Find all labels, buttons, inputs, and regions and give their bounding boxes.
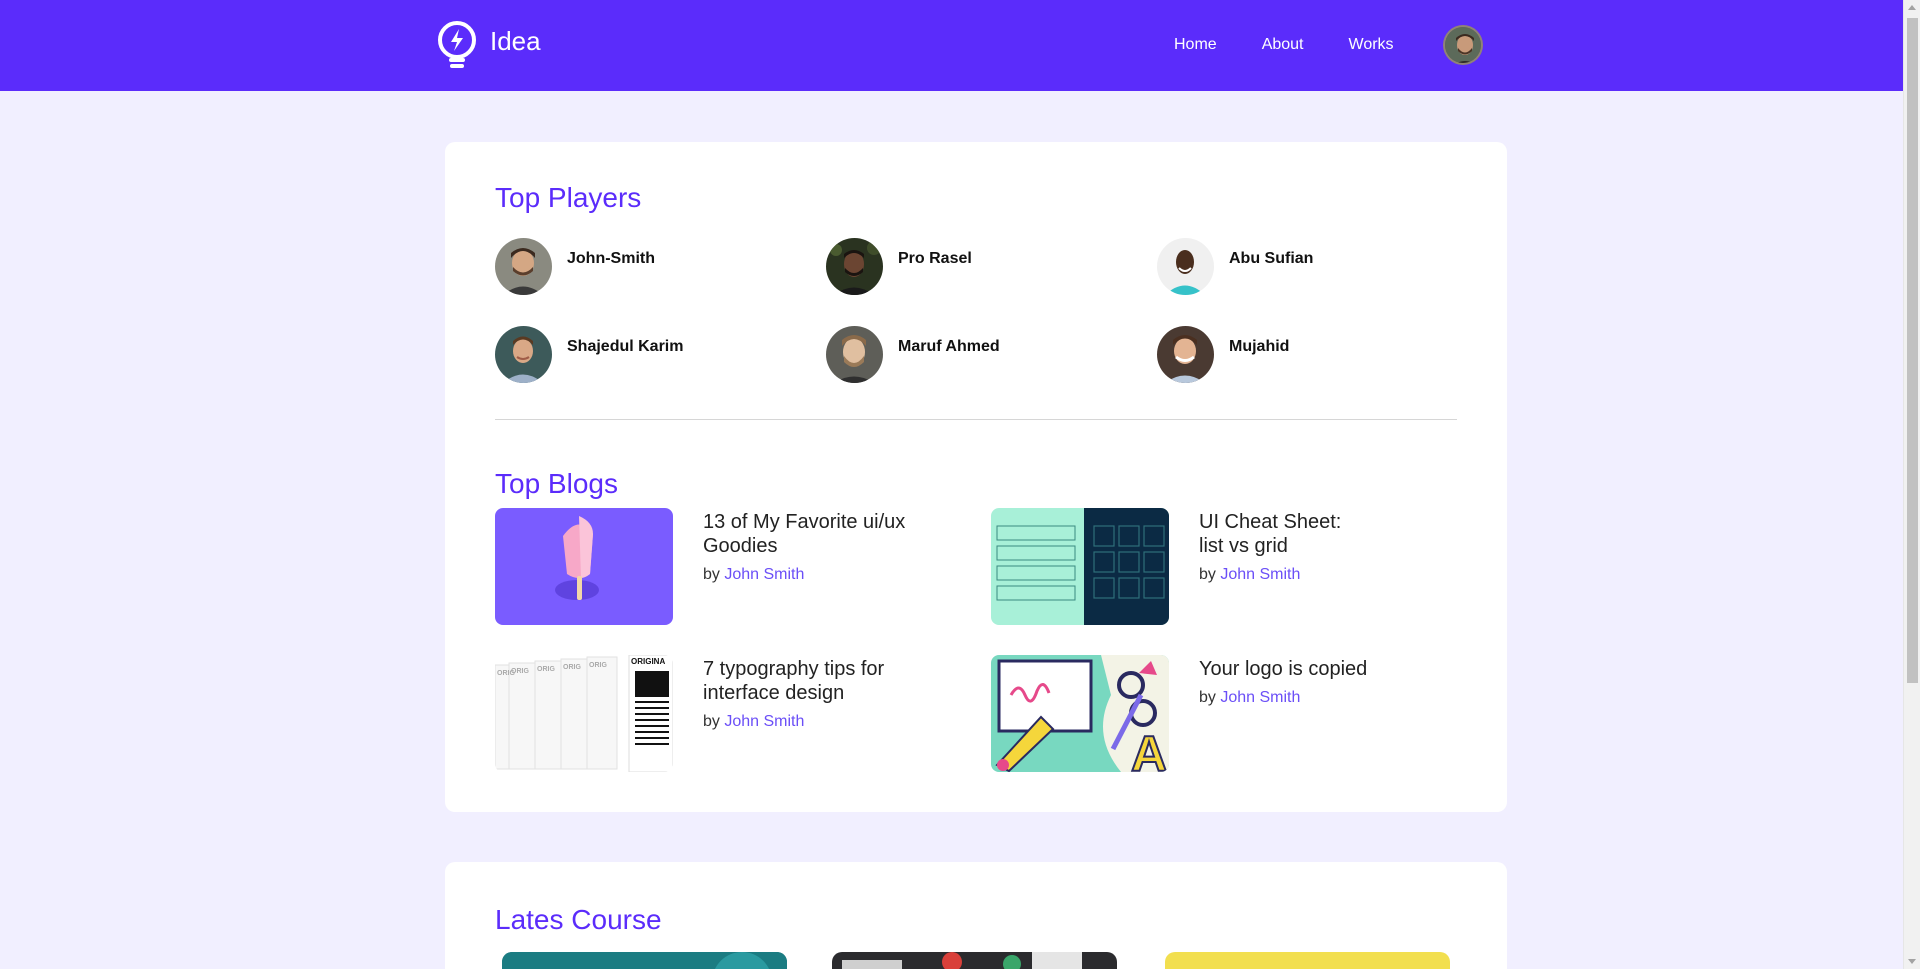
blog-title[interactable]: Your logo is copied (1199, 657, 1419, 681)
player-avatar (495, 238, 552, 295)
latest-course-heading: Lates Course (495, 904, 662, 935)
blog-thumbnail[interactable]: ORIG ORIG ORIG ORIG ORIG ORIGINA (495, 655, 673, 772)
blog-card[interactable]: A Your logo is copied by John Smith (991, 655, 1419, 772)
blog-thumbnail[interactable] (495, 508, 673, 625)
typography-label-small: ORIG (537, 666, 555, 673)
by-label: by (703, 713, 720, 730)
blog-text: Your logo is copied by John Smith (1199, 655, 1419, 772)
blog-thumbnail[interactable] (991, 508, 1169, 625)
course-thumbnail[interactable] (832, 952, 1117, 969)
player-avatar (1157, 238, 1214, 295)
blog-card[interactable]: UI Cheat Sheet: list vs grid by John Smi… (991, 508, 1349, 625)
player-name: Shajedul Karim (567, 337, 684, 355)
blog-author-link[interactable]: John Smith (724, 566, 804, 583)
brand-name: Idea (490, 25, 541, 56)
player-name: Mujahid (1229, 337, 1290, 355)
scroll-thumb[interactable] (1907, 18, 1918, 683)
blog-byline: by John Smith (1199, 566, 1349, 584)
player-avatar (495, 326, 552, 383)
by-label: by (1199, 566, 1216, 583)
section-divider (495, 419, 1457, 420)
player-name: Maruf Ahmed (898, 337, 1000, 355)
player-avatar (826, 326, 883, 383)
players-blogs-card: Top Players John-Smith Pro Rasel Abu Suf… (445, 142, 1507, 812)
player-name: Pro Rasel (898, 249, 972, 267)
brand[interactable]: Idea (436, 20, 541, 72)
typography-label-small: ORIG (589, 662, 607, 669)
top-players-heading: Top Players (495, 182, 642, 213)
player-avatar (1157, 326, 1214, 383)
blog-byline: by John Smith (1199, 689, 1419, 707)
nav-about-link[interactable]: About (1262, 36, 1304, 54)
scroll-up-arrow-icon[interactable] (1908, 5, 1916, 10)
lightbulb-logo-icon (438, 21, 476, 68)
blog-card[interactable]: 13 of My Favorite ui/ux Goodies by John … (495, 508, 923, 625)
blog-thumbnail[interactable]: A (991, 655, 1169, 772)
player-card[interactable]: Pro Rasel (826, 238, 972, 295)
blog-card[interactable]: ORIG ORIG ORIG ORIG ORIG ORIGINA 7 typog (495, 655, 923, 772)
course-thumbnail[interactable] (1165, 952, 1450, 969)
page-scrollbar[interactable] (1903, 0, 1920, 969)
blog-title[interactable]: 13 of My Favorite ui/ux Goodies (703, 510, 923, 558)
user-avatar-image (1445, 27, 1481, 63)
player-avatar (826, 238, 883, 295)
player-card[interactable]: John-Smith (495, 238, 655, 295)
player-card[interactable]: Maruf Ahmed (826, 326, 1000, 383)
blog-text: 7 typography tips for interface design b… (703, 655, 923, 772)
blog-title[interactable]: 7 typography tips for interface design (703, 657, 923, 705)
blog-author-link[interactable]: John Smith (1220, 566, 1300, 583)
typography-label: ORIGINA (631, 657, 665, 666)
typography-label-small: ORIG (511, 668, 529, 675)
player-name: Abu Sufian (1229, 249, 1314, 267)
typography-label-small: ORIG (563, 664, 581, 671)
blog-title[interactable]: UI Cheat Sheet: list vs grid (1199, 510, 1349, 558)
player-name: John-Smith (567, 249, 655, 267)
player-card[interactable]: Abu Sufian (1157, 238, 1313, 295)
latest-course-card: Lates Course (445, 862, 1507, 969)
blog-byline: by John Smith (703, 566, 923, 584)
blog-author-link[interactable]: John Smith (724, 713, 804, 730)
top-navbar: Idea Home About Works (0, 0, 1903, 91)
by-label: by (1199, 689, 1216, 706)
top-blogs-heading: Top Blogs (495, 468, 618, 499)
svg-text:A: A (1131, 726, 1167, 772)
blog-byline: by John Smith (703, 713, 923, 731)
player-card[interactable]: Shajedul Karim (495, 326, 683, 383)
blog-text: 13 of My Favorite ui/ux Goodies by John … (703, 508, 923, 625)
player-card[interactable]: Mujahid (1157, 326, 1289, 383)
blog-author-link[interactable]: John Smith (1220, 689, 1300, 706)
main-nav: Home About Works (1174, 36, 1394, 54)
course-thumbnail[interactable] (502, 952, 787, 969)
nav-home-link[interactable]: Home (1174, 36, 1217, 54)
by-label: by (703, 566, 720, 583)
user-avatar[interactable] (1443, 25, 1483, 65)
nav-works-link[interactable]: Works (1349, 36, 1394, 54)
blog-text: UI Cheat Sheet: list vs grid by John Smi… (1199, 508, 1349, 625)
scroll-down-arrow-icon[interactable] (1908, 959, 1916, 964)
